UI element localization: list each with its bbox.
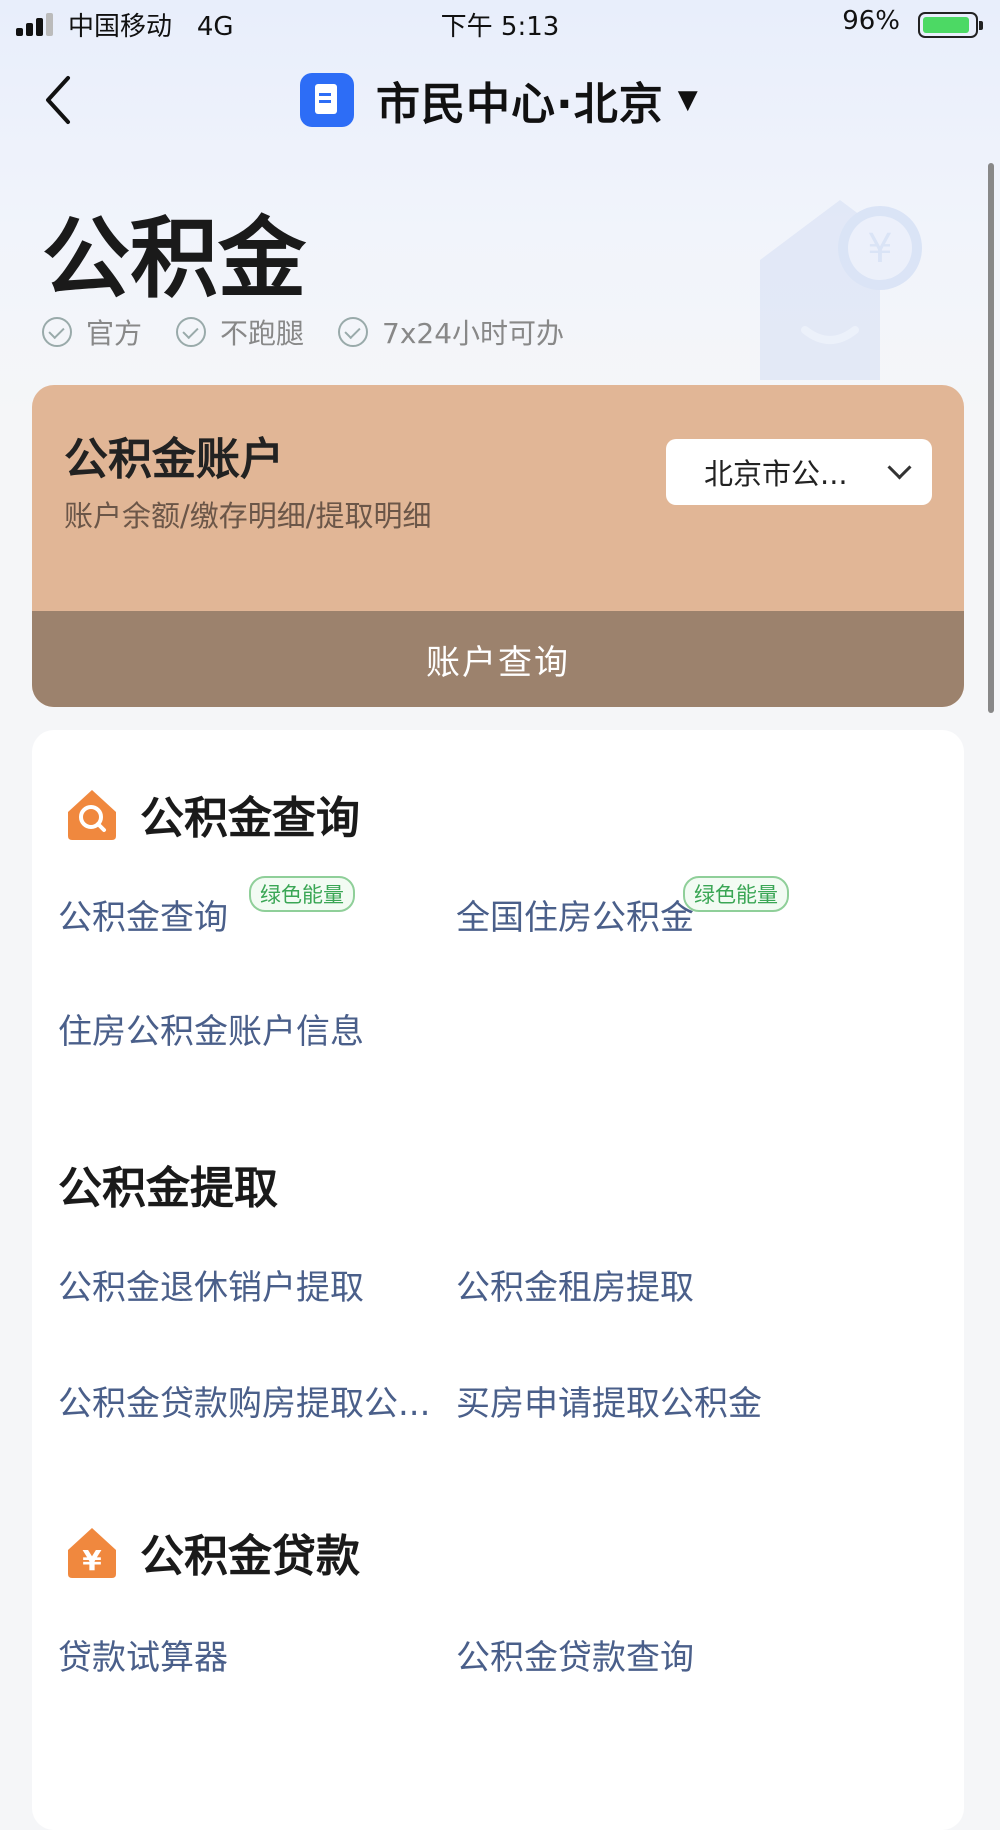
house-search-icon	[68, 790, 116, 840]
caret-down-icon: ▼	[677, 85, 698, 115]
house-yuan-icon: ¥	[68, 1528, 116, 1578]
account-query-button[interactable]: 账户查询	[32, 611, 964, 707]
account-subtitle: 账户余额/缴存明细/提取明细	[64, 499, 432, 533]
service-loan-query[interactable]: 公积金贷款查询	[456, 1630, 694, 1679]
back-button[interactable]	[40, 70, 80, 130]
check-circle-icon	[42, 317, 72, 347]
tag-24h: 7x24小时可办	[338, 312, 564, 352]
battery-percent: 96%	[842, 6, 900, 36]
section-title-withdraw: 公积金提取	[58, 1163, 278, 1214]
chevron-down-icon	[887, 455, 912, 480]
tag-official: 官方	[42, 312, 142, 352]
service-account-info[interactable]: 住房公积金账户信息	[58, 1004, 364, 1053]
city-switcher[interactable]: 市民中心·北京 ▼	[300, 70, 698, 130]
account-card: 公积金账户 账户余额/缴存明细/提取明细 北京市公... 账户查询	[32, 385, 964, 707]
green-energy-badge: 绿色能量	[249, 876, 355, 912]
service-retire-withdraw[interactable]: 公积金退休销户提取	[58, 1260, 364, 1309]
svg-text:¥: ¥	[867, 226, 892, 272]
check-circle-icon	[176, 317, 207, 347]
service-national-fund[interactable]: 全国住房公积金	[456, 890, 694, 939]
service-buy-house-withdraw[interactable]: 买房申请提取公积金	[456, 1376, 762, 1425]
citizen-center-icon	[300, 73, 354, 127]
battery-icon	[918, 12, 983, 38]
svg-text:¥: ¥	[82, 1544, 102, 1577]
service-loan-calculator[interactable]: 贷款试算器	[58, 1630, 228, 1679]
service-rent-withdraw[interactable]: 公积金租房提取	[456, 1260, 694, 1309]
scrollbar[interactable]	[988, 163, 994, 713]
fund-house-illustration-icon: ¥	[760, 200, 922, 380]
chevron-left-icon	[46, 76, 70, 124]
nav-title: 市民中心·北京	[376, 79, 664, 130]
check-circle-icon	[338, 317, 369, 347]
service-loan-purchase-withdraw[interactable]: 公积金贷款购房提取公...	[58, 1376, 430, 1425]
page-title: 公积金	[42, 207, 307, 310]
tag-no-visit: 不跑腿	[176, 312, 304, 352]
region-select[interactable]: 北京市公...	[666, 439, 932, 505]
region-select-value: 北京市公...	[704, 457, 848, 491]
section-title-query: 公积金查询	[64, 782, 360, 846]
section-title-loan: ¥ 公积金贷款	[64, 1520, 360, 1584]
account-title: 公积金账户	[64, 434, 284, 485]
services-card: 公积金查询 公积金查询 绿色能量 全国住房公积金 绿色能量 住房公积金账户信息 …	[32, 730, 964, 1830]
status-bar: 中国移动 4G 下午 5:13 96%	[0, 0, 1000, 50]
feature-tags: 官方 不跑腿 7x24小时可办	[42, 312, 564, 352]
service-fund-query[interactable]: 公积金查询	[58, 890, 228, 939]
green-energy-badge: 绿色能量	[683, 876, 789, 912]
